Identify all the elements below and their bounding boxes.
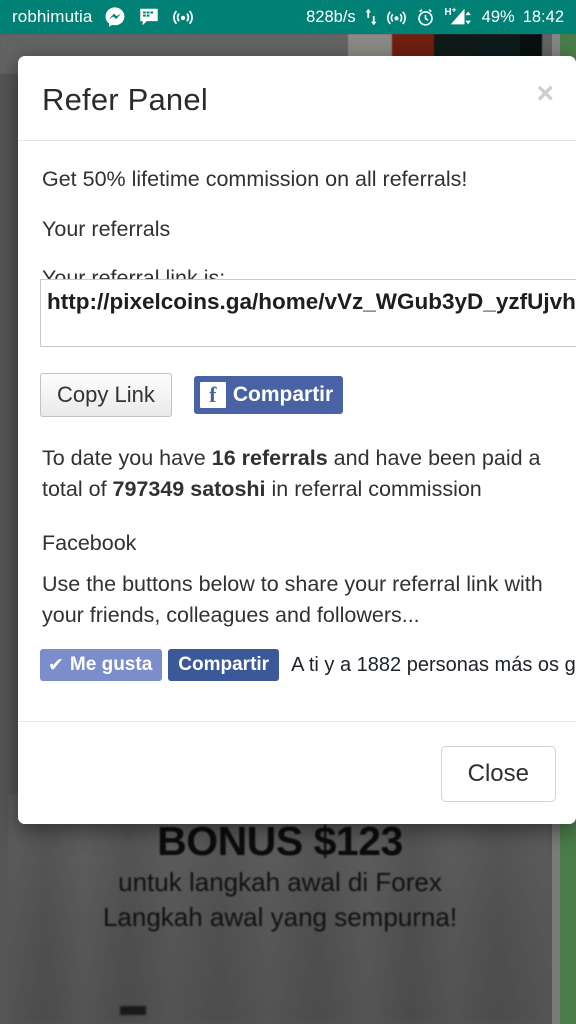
hotspot-icon [386,7,407,28]
stats-suffix: in referral commission [265,477,482,502]
stats-prefix: To date you have [42,446,212,470]
battery-percent-label: 49% [481,7,515,26]
modal-body: Get 50% lifetime commission on all refer… [18,141,576,721]
close-button[interactable]: Close [440,746,556,802]
referral-stats-text: To date you have 16 referrals and have b… [42,443,562,505]
modal-footer: Close [18,721,576,824]
signal-hplus-icon: H + [444,6,474,28]
facebook-social-context-text: A ti y a 1882 personas más os gusta es [291,653,576,676]
status-bar-notification-icons [104,6,194,28]
hotspot-icon [172,6,194,28]
data-rate-label: 828b/s [306,7,356,26]
close-icon[interactable]: × [536,79,554,109]
copy-link-button[interactable]: Copy Link [40,373,172,417]
svg-text:+: + [451,6,456,14]
clock-label: 18:42 [522,7,564,26]
facebook-share-label: Compartir [232,383,334,406]
svg-text:H: H [444,7,451,18]
check-icon: ✔ [48,654,64,676]
status-bar-username: robhimutia [12,7,93,26]
stats-referrals-count: 16 referrals [211,446,328,470]
commission-headline: Get 50% lifetime commission on all refer… [42,167,468,191]
refer-panel-modal: Refer Panel × Get 50% lifetime commissio… [18,56,576,824]
facebook-widget-share-button[interactable]: Compartir [168,649,280,681]
action-button-row: Copy Link f Compartir [40,373,344,417]
page-title: Refer Panel [42,82,208,117]
modal-header: Refer Panel × [18,56,576,141]
facebook-like-button[interactable]: ✔ Me gusta [40,649,163,681]
referral-link-input[interactable] [40,279,576,347]
bbm-icon [138,6,160,28]
status-bar-system-icons: 828b/s H + 49% 18:42 [306,6,564,28]
phone-screen: BONUS $123 untuk langkah awal di Forex L… [0,0,576,1024]
facebook-f-icon: f [199,382,226,408]
facebook-social-widget: ✔ Me gusta Compartir A ti y a 1882 perso… [40,649,576,681]
your-referrals-heading: Your referrals [42,217,171,242]
facebook-section-label: Facebook [42,531,137,555]
messenger-icon [104,6,126,28]
android-status-bar: robhimutia 828b/s H + 49% 18:42 [0,0,576,34]
data-transfer-icon [364,6,378,28]
alarm-icon [415,7,436,28]
share-instructions-text: Use the buttons below to share your refe… [42,572,543,628]
facebook-like-label: Me gusta [69,654,153,675]
stats-amount: 797349 satoshi [112,477,266,502]
facebook-share-button[interactable]: f Compartir [193,376,344,414]
